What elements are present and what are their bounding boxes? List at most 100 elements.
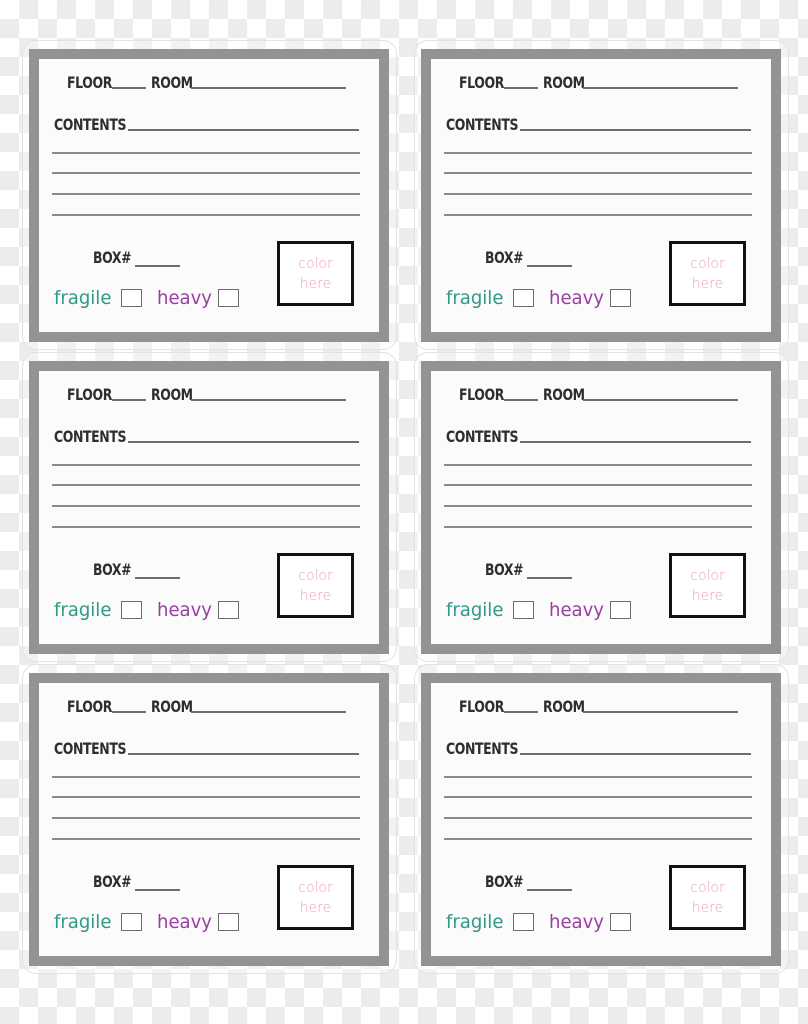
- floor-field[interactable]: [112, 87, 146, 89]
- color-here-text: color: [690, 567, 725, 584]
- contents-line[interactable]: [52, 776, 360, 778]
- contents-line[interactable]: [52, 484, 360, 486]
- color-here-text: here: [691, 587, 724, 604]
- fragile-checkbox[interactable]: [121, 289, 142, 307]
- heavy-checkbox[interactable]: [610, 289, 631, 307]
- contents-line[interactable]: [444, 193, 752, 195]
- contents-field[interactable]: [520, 129, 751, 131]
- contents-line[interactable]: [52, 152, 360, 154]
- color-swatch-box[interactable]: color here: [669, 865, 746, 930]
- contents-line[interactable]: [444, 484, 752, 486]
- contents-line[interactable]: [52, 505, 360, 507]
- room-field[interactable]: [583, 711, 738, 713]
- heavy-checkbox[interactable]: [218, 289, 239, 307]
- floor-label: FLOOR: [67, 73, 112, 92]
- color-swatch-box[interactable]: color here: [277, 865, 354, 930]
- color-swatch-box[interactable]: color here: [277, 553, 354, 618]
- fragile-checkbox[interactable]: [121, 601, 142, 619]
- contents-line[interactable]: [444, 526, 752, 528]
- color-here-text: color: [298, 567, 333, 584]
- color-swatch-box[interactable]: color here: [669, 241, 746, 306]
- contents-label: CONTENTS: [446, 427, 519, 446]
- box-number-label: BOX#: [485, 560, 524, 579]
- heavy-label: heavy: [157, 911, 212, 933]
- box-number-field[interactable]: [135, 889, 180, 891]
- contents-line[interactable]: [52, 214, 360, 216]
- contents-label: CONTENTS: [446, 739, 519, 758]
- contents-field[interactable]: [520, 753, 751, 755]
- moving-box-label: FLOOR ROOM CONTENTS BOX# fragile heavy c…: [29, 673, 389, 966]
- color-here-text: color: [690, 255, 725, 272]
- fragile-label: fragile: [446, 599, 504, 621]
- floor-field[interactable]: [504, 399, 538, 401]
- room-label: ROOM: [151, 697, 193, 716]
- contents-line[interactable]: [444, 838, 752, 840]
- fragile-checkbox[interactable]: [513, 601, 534, 619]
- room-field[interactable]: [191, 87, 346, 89]
- box-number-field[interactable]: [135, 265, 180, 267]
- contents-line[interactable]: [444, 776, 752, 778]
- contents-field[interactable]: [128, 753, 359, 755]
- room-field[interactable]: [583, 399, 738, 401]
- floor-field[interactable]: [504, 87, 538, 89]
- room-field[interactable]: [583, 87, 738, 89]
- floor-label: FLOOR: [67, 385, 112, 404]
- moving-box-label: FLOOR ROOM CONTENTS BOX# fragile heavy c…: [29, 361, 389, 654]
- contents-line[interactable]: [52, 817, 360, 819]
- floor-label: FLOOR: [459, 73, 504, 92]
- contents-line[interactable]: [444, 152, 752, 154]
- color-swatch-box[interactable]: color here: [277, 241, 354, 306]
- floor-field[interactable]: [504, 711, 538, 713]
- floor-label: FLOOR: [459, 697, 504, 716]
- box-number-label: BOX#: [485, 872, 524, 891]
- contents-line[interactable]: [444, 464, 752, 466]
- color-here-text: color: [298, 879, 333, 896]
- box-number-field[interactable]: [135, 577, 180, 579]
- color-swatch-box[interactable]: color here: [669, 553, 746, 618]
- floor-label: FLOOR: [67, 697, 112, 716]
- contents-field[interactable]: [520, 441, 751, 443]
- box-number-field[interactable]: [527, 889, 572, 891]
- room-label: ROOM: [151, 385, 193, 404]
- contents-line[interactable]: [52, 464, 360, 466]
- contents-field[interactable]: [128, 129, 359, 131]
- fragile-label: fragile: [54, 287, 112, 309]
- room-field[interactable]: [191, 711, 346, 713]
- fragile-checkbox[interactable]: [513, 913, 534, 931]
- color-here-text: color: [298, 255, 333, 272]
- box-number-field[interactable]: [527, 577, 572, 579]
- contents-line[interactable]: [52, 526, 360, 528]
- contents-field[interactable]: [128, 441, 359, 443]
- fragile-label: fragile: [446, 287, 504, 309]
- contents-line[interactable]: [444, 172, 752, 174]
- fragile-checkbox[interactable]: [121, 913, 142, 931]
- room-label: ROOM: [543, 385, 585, 404]
- contents-line[interactable]: [444, 214, 752, 216]
- contents-line[interactable]: [52, 172, 360, 174]
- heavy-checkbox[interactable]: [218, 601, 239, 619]
- contents-line[interactable]: [444, 817, 752, 819]
- heavy-checkbox[interactable]: [610, 913, 631, 931]
- heavy-checkbox[interactable]: [218, 913, 239, 931]
- heavy-label: heavy: [157, 599, 212, 621]
- contents-line[interactable]: [52, 838, 360, 840]
- contents-line[interactable]: [444, 505, 752, 507]
- color-here-text: here: [299, 587, 332, 604]
- contents-line[interactable]: [444, 796, 752, 798]
- moving-box-label: FLOOR ROOM CONTENTS BOX# fragile heavy c…: [421, 49, 781, 342]
- box-number-field[interactable]: [527, 265, 572, 267]
- box-number-label: BOX#: [485, 248, 524, 267]
- heavy-label: heavy: [157, 287, 212, 309]
- room-label: ROOM: [543, 697, 585, 716]
- color-here-text: here: [691, 275, 724, 292]
- moving-box-label: FLOOR ROOM CONTENTS BOX# fragile heavy c…: [421, 361, 781, 654]
- contents-line[interactable]: [52, 796, 360, 798]
- floor-field[interactable]: [112, 399, 146, 401]
- contents-line[interactable]: [52, 193, 360, 195]
- contents-label: CONTENTS: [54, 427, 127, 446]
- label-sheet: FLOOR ROOM CONTENTS BOX# fragile heavy c…: [0, 0, 808, 1024]
- floor-field[interactable]: [112, 711, 146, 713]
- heavy-checkbox[interactable]: [610, 601, 631, 619]
- room-field[interactable]: [191, 399, 346, 401]
- fragile-checkbox[interactable]: [513, 289, 534, 307]
